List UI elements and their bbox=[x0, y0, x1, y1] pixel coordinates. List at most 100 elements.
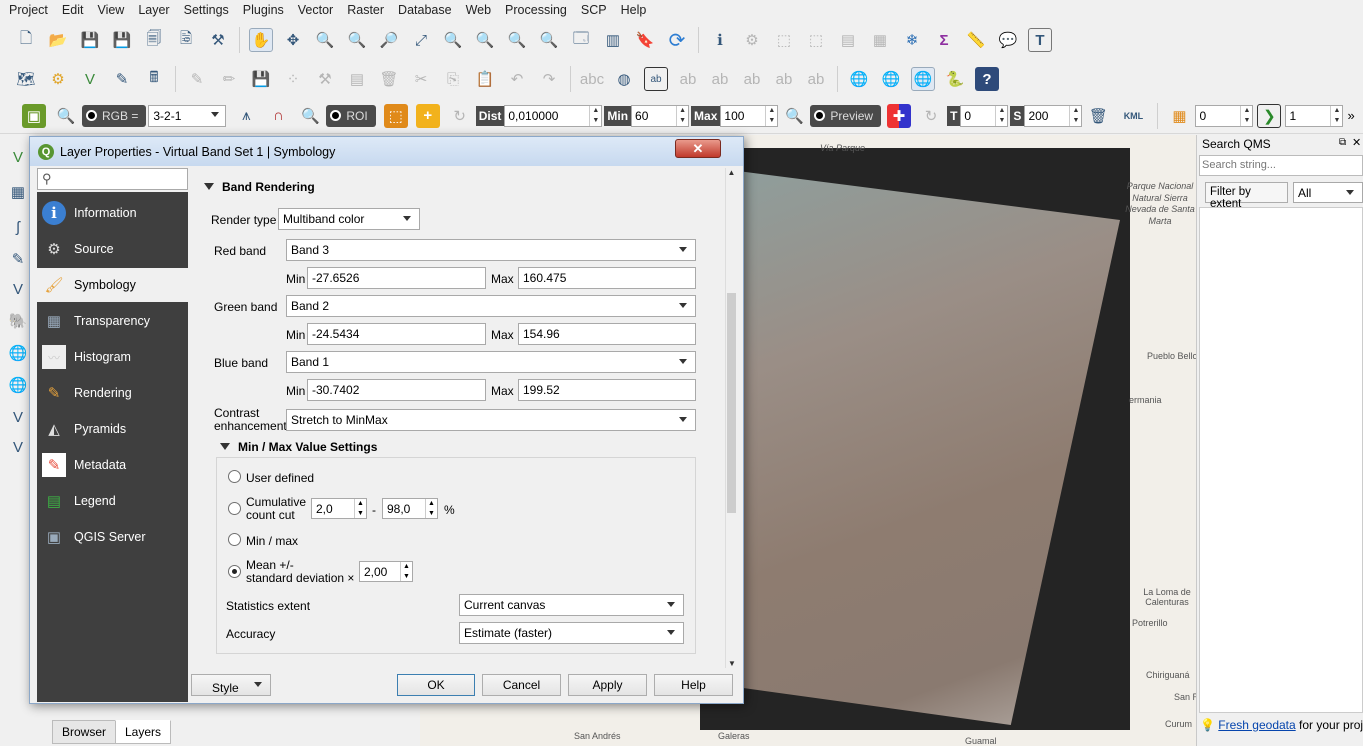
green-min-input[interactable]: -24.5434 bbox=[307, 323, 486, 345]
scroll-down-icon[interactable]: ▼ bbox=[728, 659, 736, 668]
s-spinbox[interactable]: 200 ▲ ▼ bbox=[1024, 104, 1083, 127]
add-vector-layer-icon[interactable]: V bbox=[6, 145, 30, 169]
identify-dropdown-icon[interactable]: ⚙ bbox=[740, 28, 764, 52]
web-map-icon[interactable]: 🌐 bbox=[847, 67, 871, 91]
cut-icon[interactable]: ✂ bbox=[409, 67, 433, 91]
toolbar-overflow-icon[interactable]: » bbox=[1347, 108, 1354, 123]
tab-layers[interactable]: Layers bbox=[115, 720, 172, 744]
map-tips-icon[interactable]: 💬 bbox=[996, 28, 1020, 52]
dist-spinbox[interactable]: 0,010000 ▲ ▼ bbox=[504, 104, 603, 127]
cumulative-low-spinbox[interactable]: 2,0 ▲ ▼ bbox=[311, 498, 367, 519]
dialog-titlebar[interactable]: Q Layer Properties - Virtual Band Set 1 … bbox=[30, 137, 743, 166]
nav-rendering[interactable]: ✎ Rendering bbox=[37, 376, 188, 410]
add-spatialite-icon[interactable]: ✎ bbox=[6, 247, 30, 271]
blue-band-select[interactable]: Band 1 bbox=[286, 351, 696, 373]
fresh-geodata-link[interactable]: Fresh geodata bbox=[1218, 718, 1295, 732]
red-min-input[interactable]: -27.6526 bbox=[307, 267, 486, 289]
label-change-icon[interactable]: ab bbox=[740, 67, 764, 91]
print-layout-icon[interactable]: 🗐 bbox=[142, 28, 166, 52]
add-virtual-icon[interactable]: V bbox=[6, 277, 30, 301]
nav-legend[interactable]: ▤ Legend bbox=[37, 484, 188, 518]
stretch-linear-icon[interactable]: ⩚ bbox=[234, 104, 258, 128]
scroll-up-icon[interactable]: ▲ bbox=[726, 168, 737, 177]
menu-plugins[interactable]: Plugins bbox=[236, 3, 291, 17]
zoom-full-icon[interactable]: ⤢ bbox=[409, 28, 433, 52]
filter-by-extent-button[interactable]: Filter by extent bbox=[1205, 182, 1288, 210]
bookmark-icon[interactable]: 🔖 bbox=[633, 28, 657, 52]
t-spinbox[interactable]: 0 ▲ ▼ bbox=[960, 104, 1009, 127]
save-project-icon[interactable]: 💾 bbox=[78, 28, 102, 52]
add-wms-icon[interactable]: 🌐 bbox=[6, 341, 30, 365]
kml-icon[interactable]: KML bbox=[1118, 104, 1148, 128]
nav-pyramids[interactable]: ◭ Pyramids bbox=[37, 412, 188, 446]
layout-manager-icon[interactable]: 🗟 bbox=[174, 28, 198, 52]
settings-star-icon[interactable]: ❄ bbox=[900, 28, 924, 52]
zoom-layer-icon[interactable]: 🔍 bbox=[473, 28, 497, 52]
statistics-extent-select[interactable]: Current canvas bbox=[459, 594, 684, 616]
menu-view[interactable]: View bbox=[90, 3, 131, 17]
vertex-tool-icon[interactable]: ⚒ bbox=[313, 67, 337, 91]
undock-icon[interactable]: ⧉ bbox=[1339, 137, 1346, 148]
nav-histogram[interactable]: 〰 Histogram bbox=[37, 340, 188, 374]
roi-polygon-icon[interactable]: ⬚ bbox=[383, 103, 408, 128]
zoom-in-icon[interactable]: 🔍 bbox=[313, 28, 337, 52]
rgb-toggle[interactable]: RGB = bbox=[82, 104, 147, 127]
red-band-select[interactable]: Band 3 bbox=[286, 239, 696, 261]
stddev-spinbox[interactable]: 2,00 ▲ ▼ bbox=[359, 561, 413, 582]
help-button[interactable]: Help bbox=[654, 674, 733, 696]
new-bookmark-icon[interactable]: 🗔 bbox=[569, 28, 593, 52]
style-button[interactable]: Style bbox=[191, 674, 271, 696]
menu-scp[interactable]: SCP bbox=[574, 3, 614, 17]
menu-layer[interactable]: Layer bbox=[131, 3, 176, 17]
mean-stddev-radio[interactable] bbox=[228, 565, 241, 578]
roi-redo-icon[interactable]: ↻ bbox=[448, 104, 472, 128]
classification-preview-icon[interactable]: ✚ bbox=[887, 103, 912, 128]
zoom-next-icon[interactable]: 🔍 bbox=[537, 28, 561, 52]
field-calculator-icon[interactable]: ▦ bbox=[868, 28, 892, 52]
stretch-curve-icon[interactable]: ∩ bbox=[266, 104, 290, 128]
deselect-icon[interactable]: ⬚ bbox=[804, 28, 828, 52]
open-project-icon[interactable]: 📂 bbox=[46, 28, 70, 52]
remove-temp-icon[interactable]: 🗑 bbox=[1086, 104, 1110, 128]
roi-toggle[interactable]: ROI bbox=[326, 104, 376, 127]
label-highlight-icon[interactable]: ◍ bbox=[612, 67, 636, 91]
python-icon[interactable]: 🐍 bbox=[943, 67, 967, 91]
tab-browser[interactable]: Browser bbox=[52, 720, 117, 744]
add-vector-icon[interactable]: V bbox=[78, 67, 102, 91]
label-move-icon[interactable]: ab bbox=[676, 67, 700, 91]
red-max-input[interactable]: 160.475 bbox=[518, 267, 696, 289]
green-band-select[interactable]: Band 2 bbox=[286, 295, 696, 317]
add-postgis-icon[interactable]: 🐘 bbox=[6, 309, 30, 333]
accuracy-select[interactable]: Estimate (faster) bbox=[459, 622, 684, 644]
preview-toggle[interactable]: Preview bbox=[810, 104, 882, 127]
menu-vector[interactable]: Vector bbox=[291, 3, 340, 17]
modify-attributes-icon[interactable]: ▤ bbox=[345, 67, 369, 91]
zoom-selection-icon[interactable]: 🔍 bbox=[441, 28, 465, 52]
edit-pencil-icon[interactable]: ✎ bbox=[185, 67, 209, 91]
pan-to-selection-icon[interactable]: ✥ bbox=[281, 28, 305, 52]
nav-metadata[interactable]: ✎ Metadata bbox=[37, 448, 188, 482]
web-search-icon[interactable]: 🌐 bbox=[911, 67, 935, 91]
band-calc-icon[interactable]: ▦ bbox=[1167, 104, 1191, 128]
identify-icon[interactable]: ℹ bbox=[708, 28, 732, 52]
scrollbar-thumb[interactable] bbox=[727, 293, 736, 513]
nav-symbology[interactable]: 🖌 Symbology bbox=[37, 268, 188, 302]
digitize-icon[interactable]: ✎ bbox=[110, 67, 134, 91]
help-icon[interactable]: ? bbox=[975, 67, 999, 91]
new-project-icon[interactable]: 🗋 bbox=[14, 28, 38, 52]
label-rotate-icon[interactable]: ab bbox=[708, 67, 732, 91]
label-show-hide-icon[interactable]: ab bbox=[772, 67, 796, 91]
label-properties-icon[interactable]: ab bbox=[804, 67, 828, 91]
value1-spinbox[interactable]: 0 ▲ ▼ bbox=[1195, 104, 1254, 127]
apply-button[interactable]: Apply bbox=[568, 674, 647, 696]
cumulative-high-spinbox[interactable]: 98,0 ▲ ▼ bbox=[382, 498, 438, 519]
menu-raster[interactable]: Raster bbox=[340, 3, 391, 17]
zoom-native-icon[interactable]: 🔎 bbox=[377, 28, 401, 52]
show-bookmarks-icon[interactable]: ▥ bbox=[601, 28, 625, 52]
style-manager-icon[interactable]: ⚒ bbox=[206, 28, 230, 52]
qms-filter-select[interactable]: All bbox=[1293, 182, 1363, 203]
add-delimited-icon[interactable]: ʃ bbox=[6, 215, 30, 239]
scp-dock-icon[interactable]: ▣ bbox=[22, 103, 46, 128]
green-max-input[interactable]: 154.96 bbox=[518, 323, 696, 345]
toggle-editing-icon[interactable]: ✏ bbox=[217, 67, 241, 91]
